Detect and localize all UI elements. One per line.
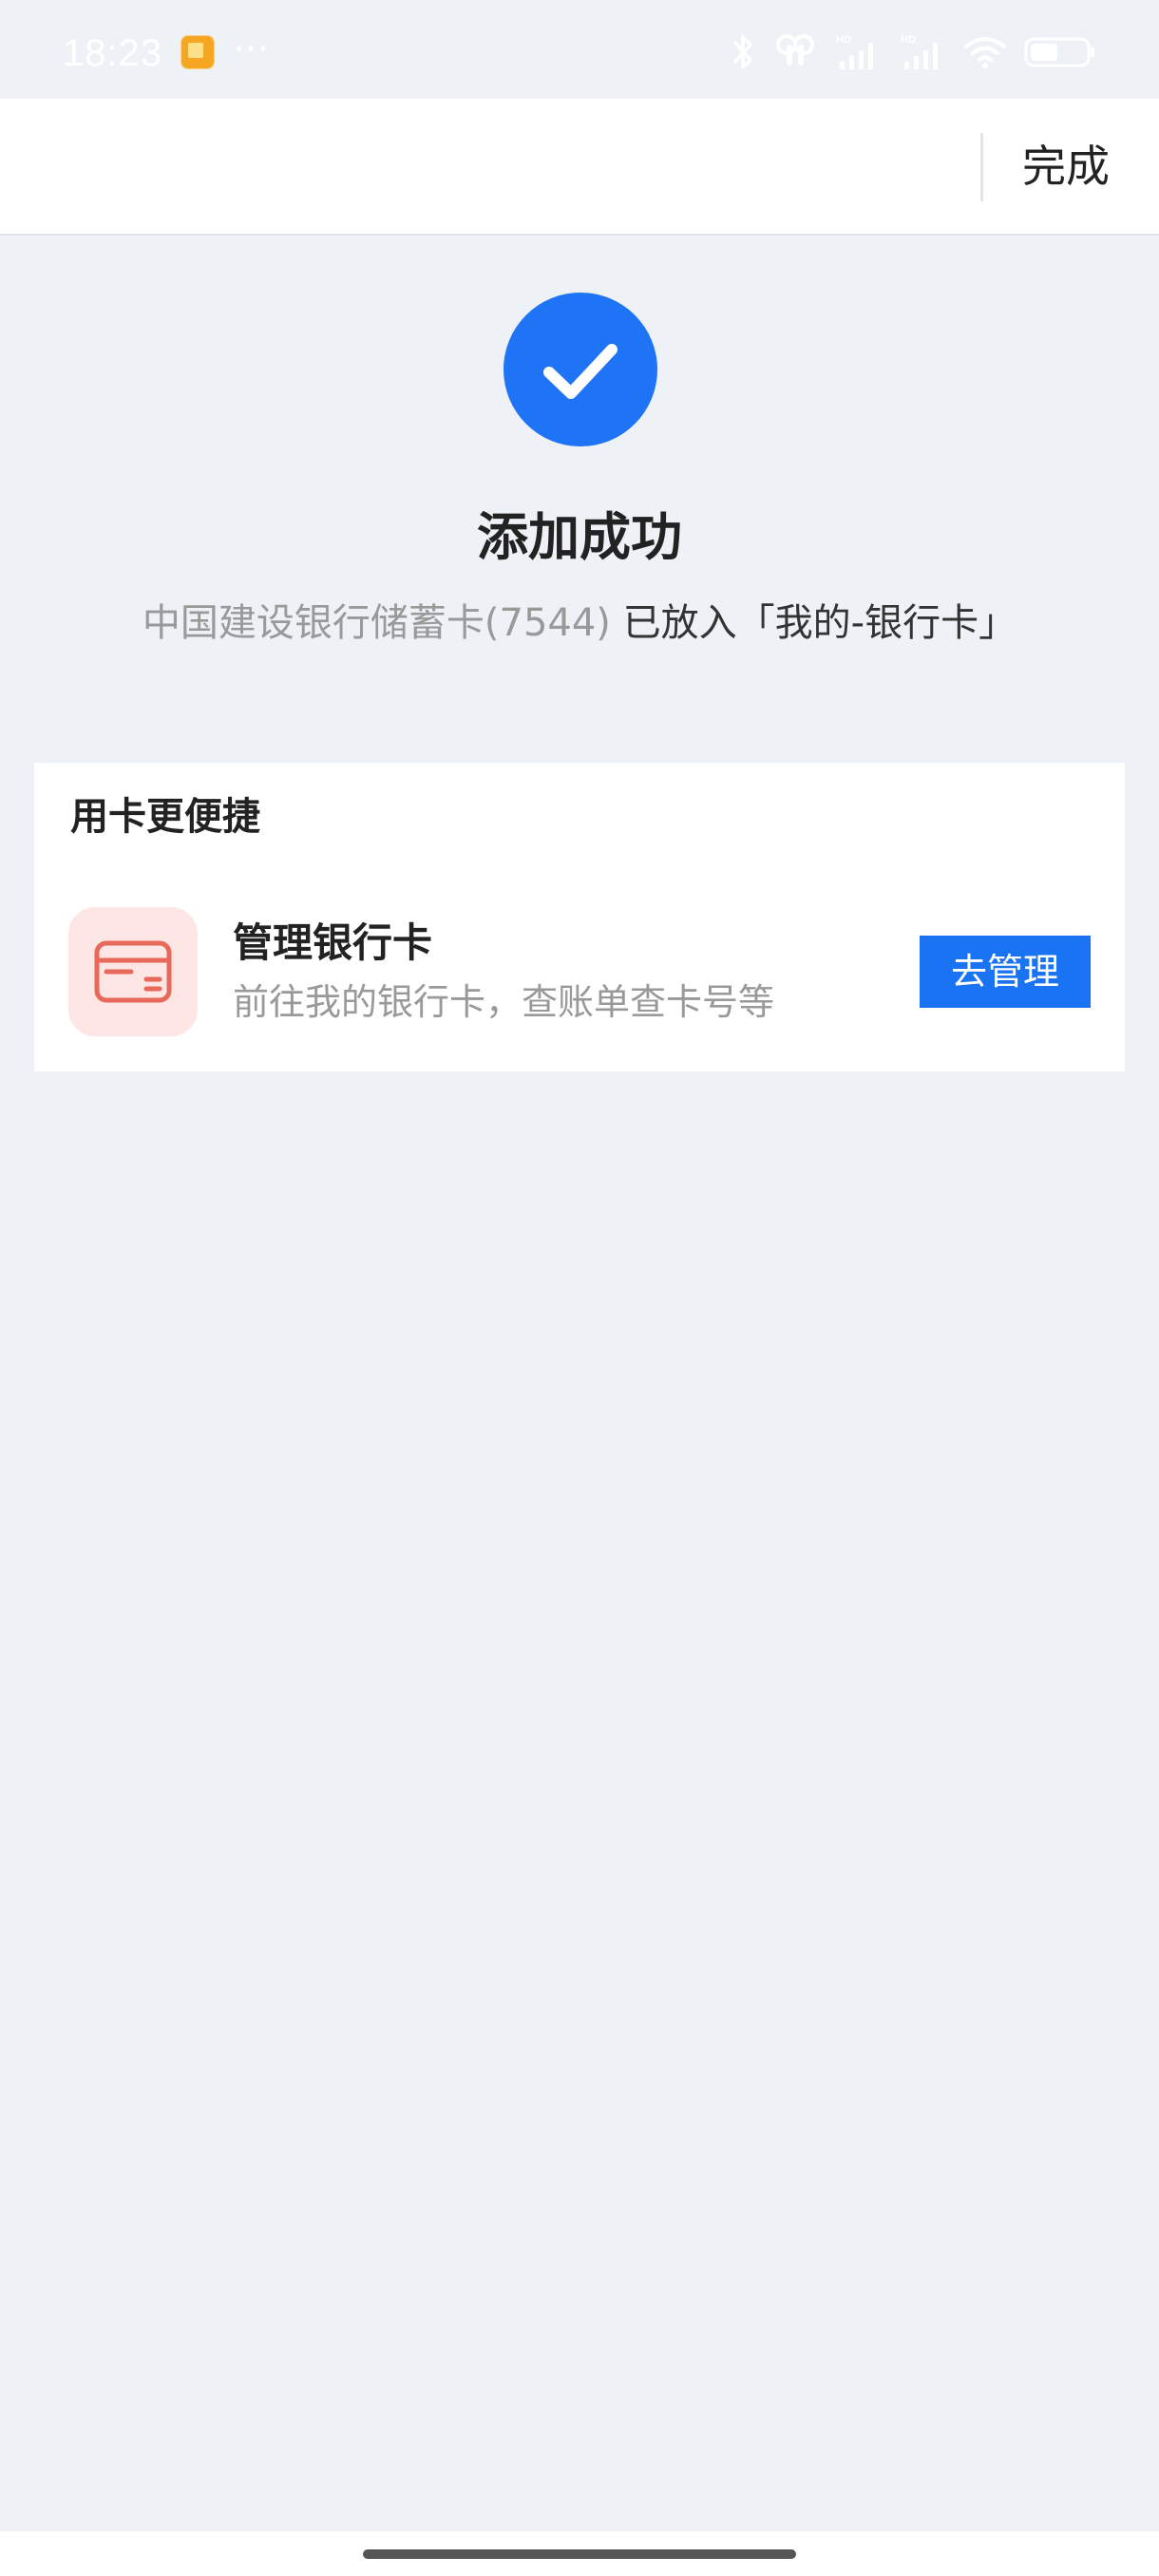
manage-bank-card-item[interactable]: 管理银行卡 前往我的银行卡，查账单查卡号等 去管理: [34, 877, 1125, 1057]
page: 18:23 ··· HD HD 完成 添加成功 中国建设银行储蓄卡(7544) …: [0, 0, 1159, 2576]
success-message: 中国建设银行储蓄卡(7544) 已放入「我的-银行卡」: [0, 595, 1159, 652]
manage-description: 前往我的银行卡，查账单查卡号等: [233, 981, 775, 1023]
status-more: ···: [233, 28, 270, 71]
success-title: 添加成功: [477, 507, 682, 567]
svg-text:HD: HD: [836, 34, 851, 46]
done-button[interactable]: 完成: [999, 131, 1132, 201]
manage-title: 管理银行卡: [233, 919, 433, 966]
bank-card-icon: [68, 907, 198, 1036]
app-notification-icon: [180, 35, 215, 69]
home-indicator[interactable]: [363, 2549, 796, 2559]
checkmark-icon: [504, 293, 657, 446]
status-icons: HD HD: [730, 28, 1096, 76]
manage-button[interactable]: 去管理: [920, 936, 1091, 1008]
status-time: 18:23: [63, 32, 163, 74]
status-bar: 18:23 ··· HD HD: [0, 0, 1159, 99]
section-title: 用卡更便捷: [70, 795, 260, 839]
hd-signal-icon: HD: [834, 31, 882, 73]
card-section: 用卡更便捷 管理银行卡 前往我的银行卡，查账单查卡号等 去管理: [34, 763, 1125, 1071]
bluetooth-icon: [730, 31, 756, 73]
wifi-icon: [963, 31, 1007, 73]
earbuds-icon: [773, 31, 817, 73]
card-name: 中国建设银行储蓄卡(7544): [142, 601, 611, 645]
svg-text:HD: HD: [901, 34, 916, 46]
top-bar-divider: [980, 133, 983, 201]
hd-signal-icon: HD: [899, 31, 946, 73]
top-bar: 完成: [0, 99, 1159, 236]
battery-icon: [1024, 31, 1096, 73]
placed-text: 已放入「我的-银行卡」: [622, 601, 1017, 645]
